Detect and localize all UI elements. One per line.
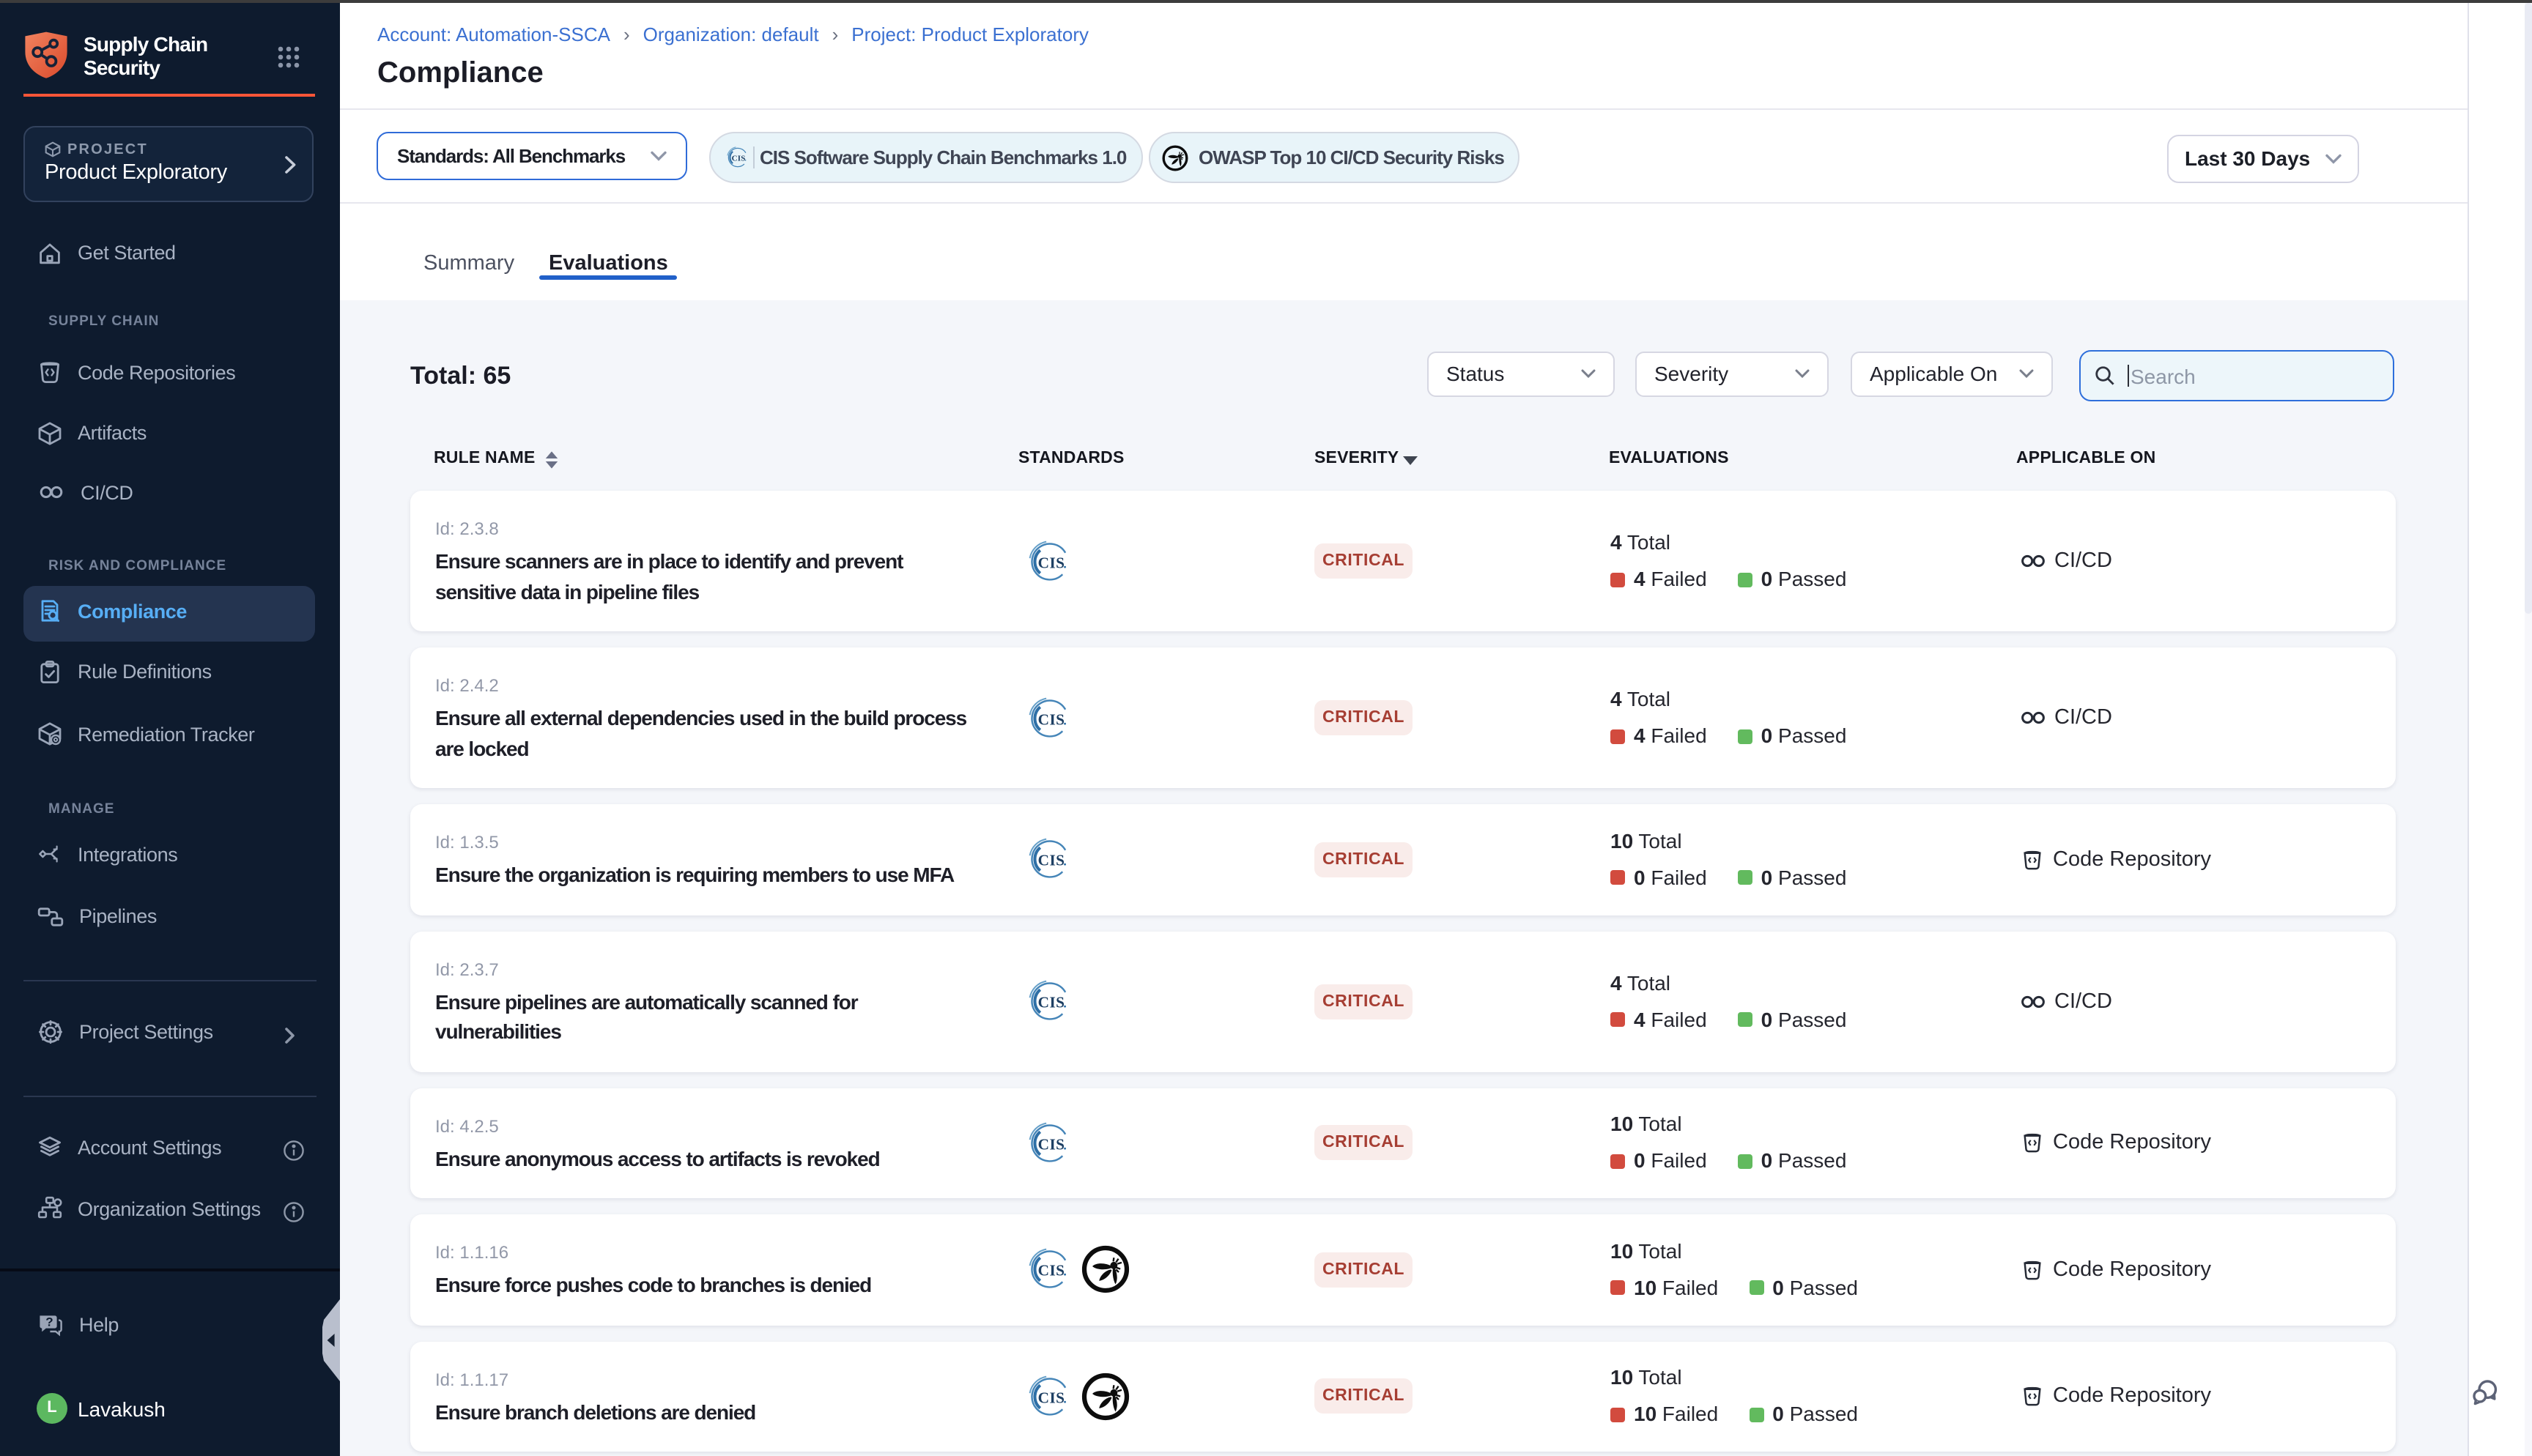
svg-text:CIS: CIS (1038, 553, 1065, 571)
svg-text:CIS: CIS (1038, 852, 1065, 869)
svg-text:CIS: CIS (1038, 1262, 1065, 1279)
svg-text:CIS: CIS (1038, 993, 1065, 1011)
svg-text:CIS: CIS (1038, 710, 1065, 727)
svg-text:CIS: CIS (1038, 1135, 1065, 1153)
svg-text:CIS: CIS (1038, 1389, 1065, 1406)
svg-text:CIS: CIS (731, 154, 745, 163)
svg-text:?: ? (45, 1315, 53, 1329)
